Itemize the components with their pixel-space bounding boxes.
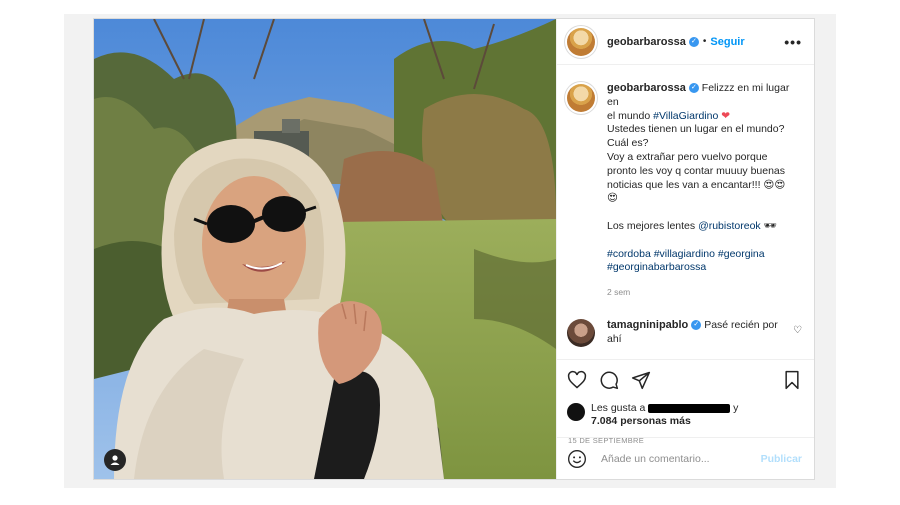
comment-item: tamagninipablo ✓ Pasé recién por ahí ♡ [567, 318, 802, 347]
share-paper-plane-icon[interactable] [631, 370, 651, 390]
emoji-smiley-icon[interactable] [567, 449, 587, 469]
author-username[interactable]: geobarbarossa [607, 36, 686, 48]
instagram-post-modal: geobarbarossa ✓ • Seguir ••• geobarbaros… [93, 18, 815, 480]
post-header: geobarbarossa ✓ • Seguir ••• [557, 19, 814, 65]
verified-badge-icon: ✓ [688, 83, 699, 94]
caption-username[interactable]: geobarbarossa [607, 82, 686, 94]
comment-input[interactable] [599, 451, 761, 466]
caption: geobarbarossa ✓ Felizzz en mi lugar en el… [567, 82, 802, 300]
more-options-icon[interactable]: ••• [784, 34, 802, 50]
save-bookmark-icon[interactable] [782, 370, 802, 390]
commenter-avatar[interactable] [567, 318, 595, 347]
caption-text-7: noticias que les van a encantar!!! 😍😍 [607, 178, 786, 191]
red-heart-emoji: ❤ [721, 109, 731, 122]
comment-like-heart-icon[interactable]: ♡ [793, 319, 802, 336]
post-photo[interactable] [94, 19, 556, 479]
caption-author-avatar[interactable] [567, 84, 595, 112]
caption-text-8: 😍 [607, 192, 618, 205]
likes-count[interactable]: 7.084 personas más [591, 415, 691, 427]
like-heart-icon[interactable] [567, 370, 587, 390]
separator-dot: • [702, 36, 707, 47]
hashtag-link[interactable]: #VillaGiardino [653, 110, 718, 122]
caption-text-5: Voy a extrañar pero vuelvo porque [607, 150, 768, 163]
liker-avatar[interactable] [567, 403, 585, 421]
verified-badge-icon: ✓ [691, 320, 702, 331]
add-comment-bar: Publicar [557, 437, 814, 479]
comment-text: Pasé recién por [704, 318, 778, 331]
comment-text-cont: ahí [607, 332, 622, 345]
commenter-username[interactable]: tamagninipablo [607, 319, 688, 331]
redacted-username [648, 403, 731, 413]
caption-text-3: Ustedes tienen un lugar en el mundo? [607, 123, 785, 136]
caption-text-4: Cuál es? [607, 137, 649, 150]
verified-badge-icon: ✓ [688, 36, 699, 47]
likes-suffix: y [733, 402, 739, 414]
comment-bubble-icon[interactable] [599, 370, 619, 390]
post-side-panel: geobarbarossa ✓ • Seguir ••• geobarbaros… [556, 19, 814, 479]
hashtags-line-2[interactable]: #georginabarbarossa [607, 261, 802, 275]
follow-button[interactable]: Seguir [710, 36, 744, 48]
comments-section: geobarbarossa ✓ Felizzz en mi lugar en el… [557, 66, 814, 359]
caption-text-6: pronto les voy q contar muuuy buenas [607, 164, 786, 177]
likes-prefix: Les gusta a [591, 402, 646, 414]
user-icon [110, 455, 120, 465]
sunglasses-emoji: 🕶 [763, 219, 777, 232]
publish-button[interactable]: Publicar [761, 453, 802, 465]
hashtags-line-1[interactable]: #cordoba #villagiardino #georgina [607, 248, 802, 262]
caption-timestamp[interactable]: 2 sem [607, 286, 802, 300]
tagged-users-button[interactable] [104, 449, 126, 471]
photo-illustration [94, 19, 556, 479]
mention-link[interactable]: @rubistoreok [698, 220, 761, 232]
author-avatar[interactable] [567, 27, 595, 56]
caption-text-2: el mundo [607, 109, 651, 122]
likes-summary: Les gusta a y 7.084 personas más [567, 402, 802, 428]
caption-text-9: Los mejores lentes [607, 219, 696, 232]
